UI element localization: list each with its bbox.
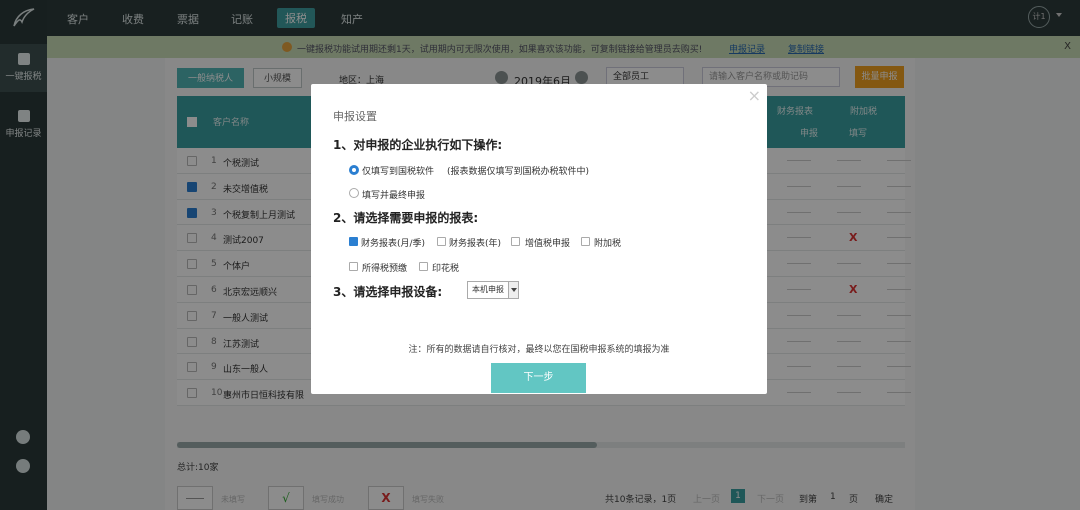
checkbox-vat[interactable] [511, 237, 520, 246]
checkbox-vat-label[interactable]: 增值税申报 [525, 236, 570, 249]
radio-fill-and-declare[interactable] [349, 188, 359, 198]
checkbox-income-tax[interactable] [349, 262, 358, 271]
device-select[interactable]: 本机申报 [467, 281, 519, 299]
checkbox-surtax-label[interactable]: 附加税 [594, 236, 621, 249]
next-step-button[interactable]: 下一步 [491, 363, 586, 393]
device-select-value: 本机申报 [472, 285, 504, 294]
checkbox-financial-monthly[interactable] [349, 237, 358, 246]
checkbox-financial-monthly-label[interactable]: 财务报表(月/季) [361, 236, 425, 249]
checkbox-stamp-tax[interactable] [419, 262, 428, 271]
checkbox-stamp-tax-label[interactable]: 印花税 [432, 261, 459, 274]
radio-fill-and-declare-label[interactable]: 填写并最终申报 [362, 188, 425, 201]
radio-fill-only-label[interactable]: 仅填写到国税软件 [362, 164, 434, 177]
checkbox-income-tax-label[interactable]: 所得税预缴 [362, 261, 407, 274]
checkbox-surtax[interactable] [581, 237, 590, 246]
declare-settings-dialog: 申报设置 × 1、对申报的企业执行如下操作: 仅填写到国税软件 (报表数据仅填写… [311, 84, 767, 394]
radio-fill-only-note: (报表数据仅填写到国税办税软件中) [447, 167, 590, 177]
section-reports-heading: 2、请选择需要申报的报表: [333, 211, 479, 225]
section-device-heading: 3、请选择申报设备: [333, 285, 443, 299]
section-operation-heading: 1、对申报的企业执行如下操作: [333, 138, 503, 152]
dialog-note: 注：所有的数据请自行核对，最终以您在国税申报系统的填报为准 [408, 345, 670, 355]
dialog-title: 申报设置 [333, 110, 377, 123]
checkbox-financial-annual[interactable] [437, 237, 446, 246]
chevron-down-icon[interactable] [508, 282, 518, 298]
close-icon[interactable]: × [748, 86, 761, 105]
radio-fill-only[interactable] [349, 165, 359, 175]
checkbox-financial-annual-label[interactable]: 财务报表(年) [449, 236, 501, 249]
